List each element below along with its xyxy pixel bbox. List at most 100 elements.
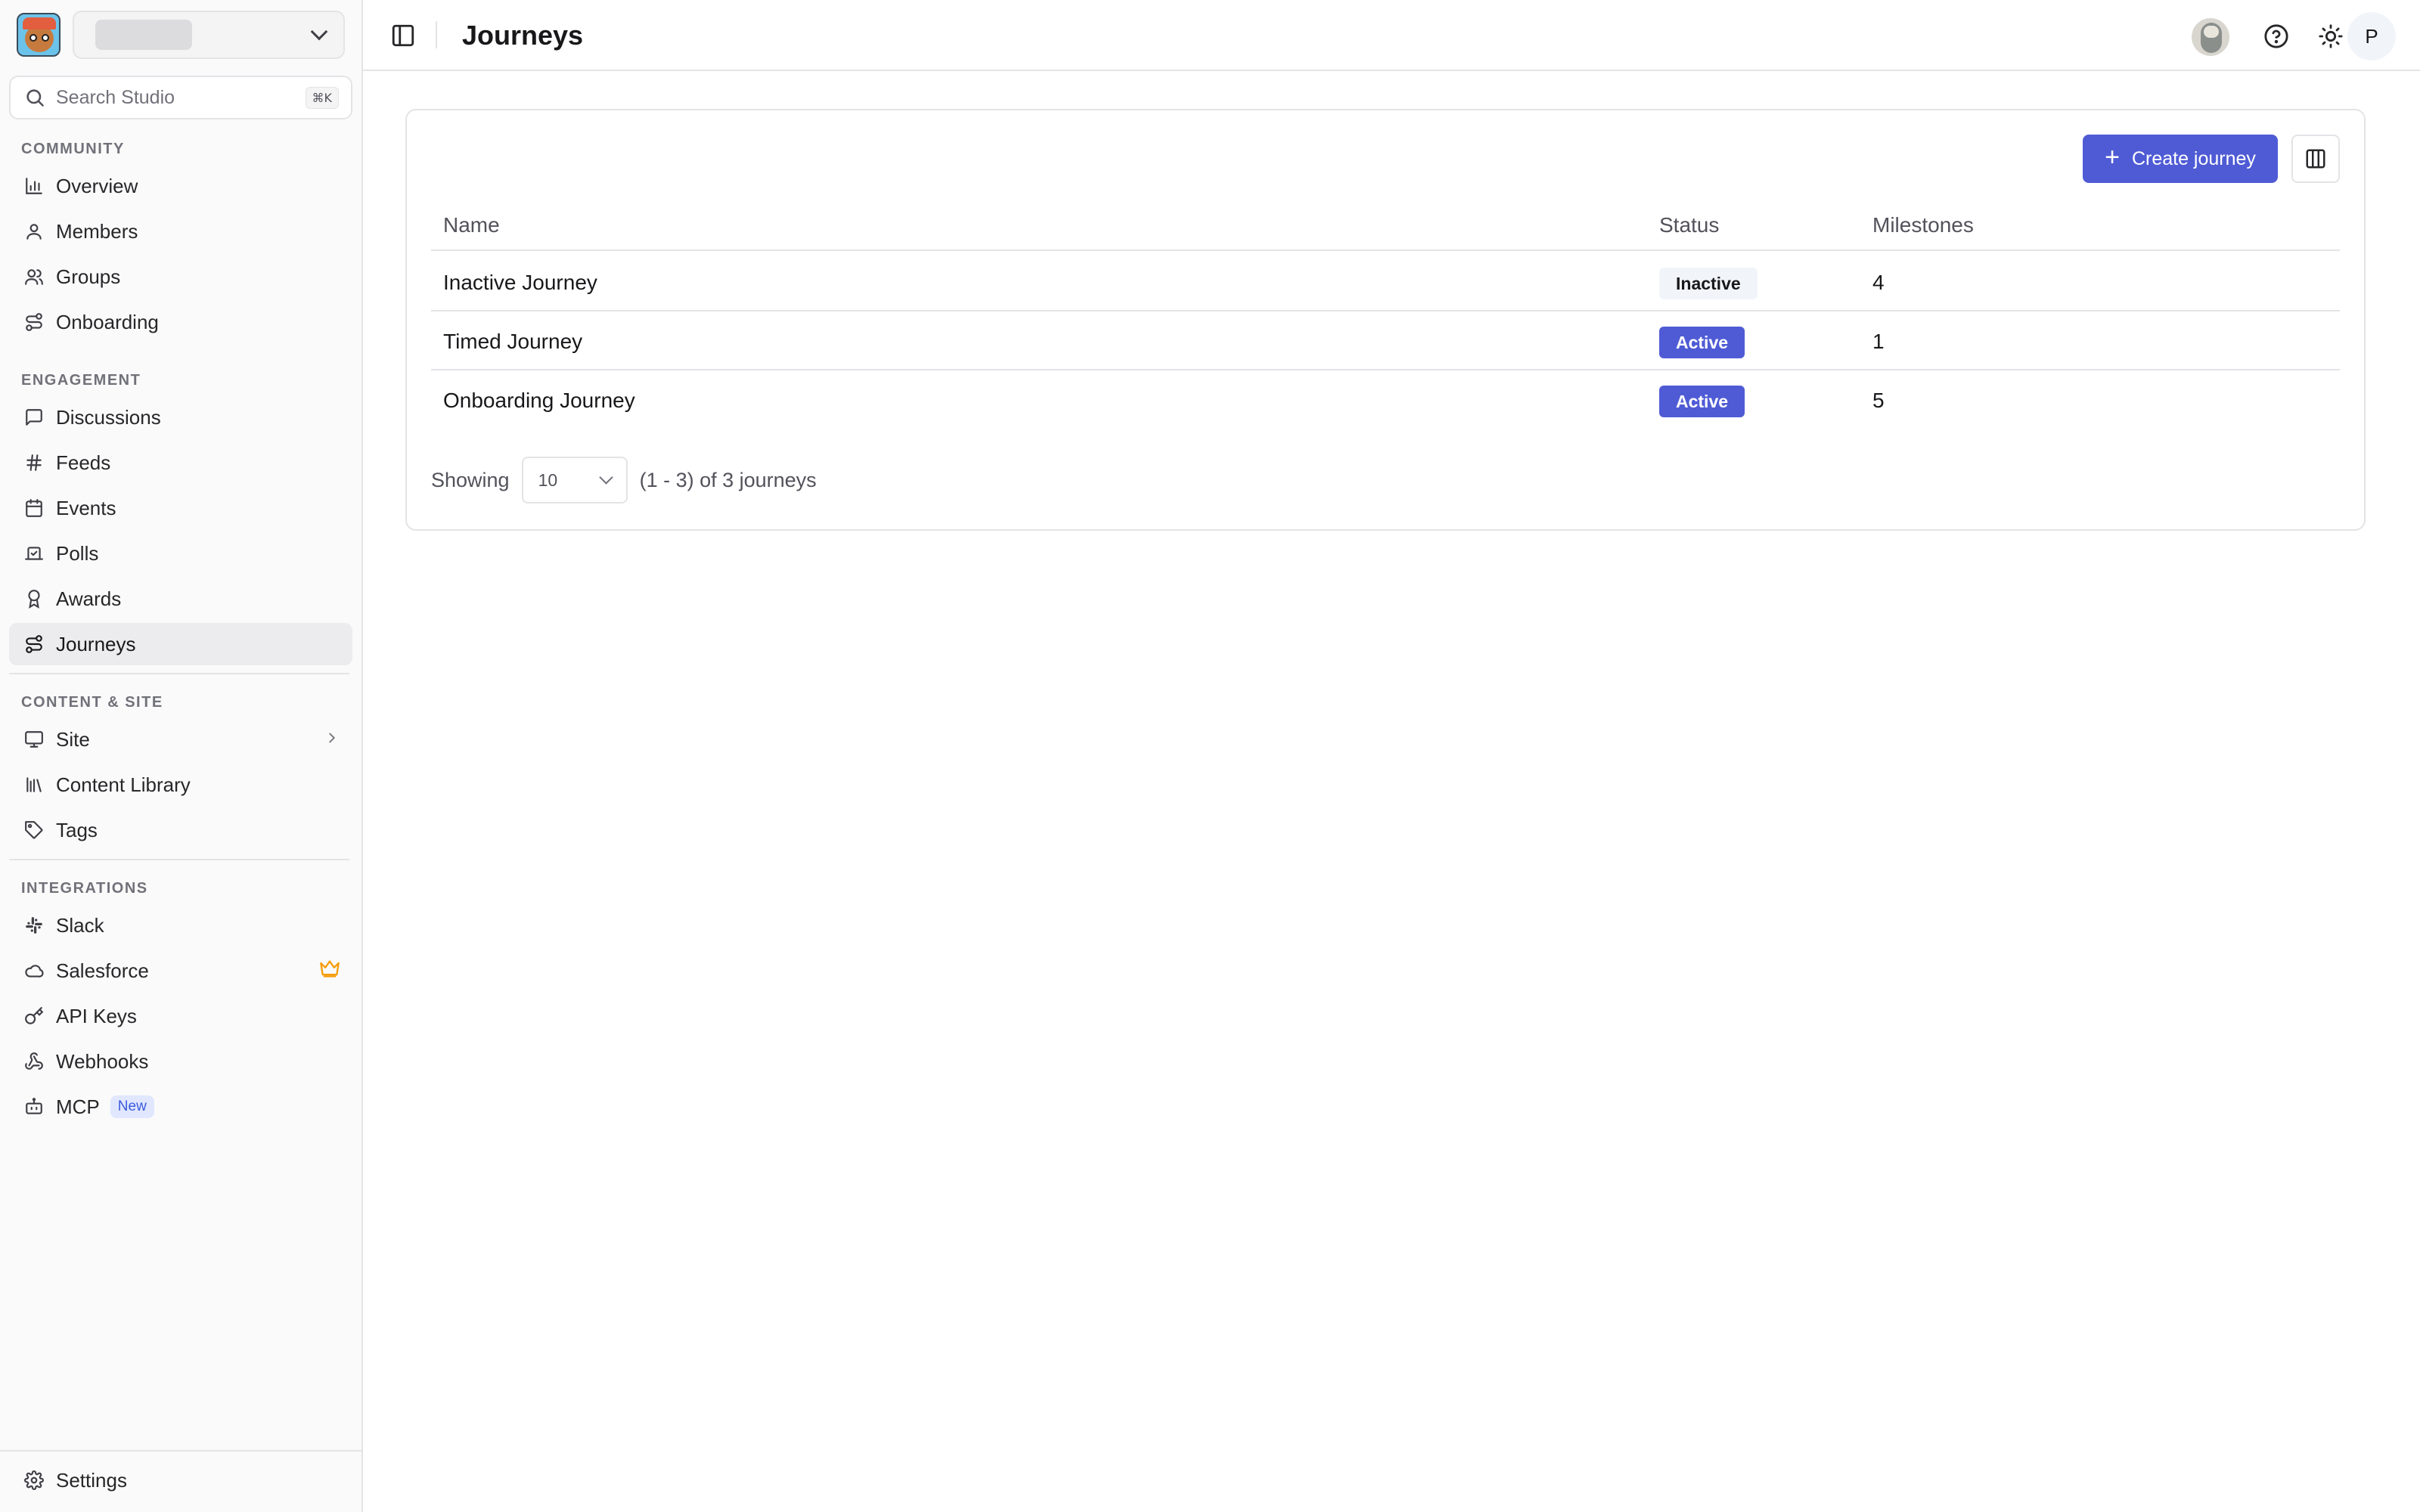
- sun-icon: [2319, 24, 2343, 48]
- route-icon: [23, 311, 45, 333]
- route-icon: [23, 633, 45, 655]
- sidebar-item-tags[interactable]: Tags: [9, 809, 352, 851]
- sidebar-item-label: Discussions: [56, 405, 161, 429]
- table-row[interactable]: Timed Journey Active 1: [431, 311, 2340, 370]
- tag-icon: [23, 819, 45, 841]
- sidebar-item-site[interactable]: Site: [9, 718, 352, 761]
- sidebar: Search Studio ⌘K COMMUNITY Overview Memb…: [0, 0, 363, 1512]
- sidebar-item-salesforce[interactable]: Salesforce: [9, 950, 352, 992]
- calendar-icon: [23, 497, 45, 519]
- sidebar-item-label: Awards: [56, 587, 122, 610]
- milestones-count: 1: [1872, 330, 1885, 353]
- sidebar-item-label: MCP: [56, 1095, 100, 1118]
- chevron-down-icon: [310, 23, 328, 41]
- sidebar-item-polls[interactable]: Polls: [9, 532, 352, 575]
- top-header: Journeys P: [363, 0, 2420, 71]
- panel-left-icon: [392, 24, 414, 47]
- sidebar-item-journeys[interactable]: Journeys: [9, 623, 352, 665]
- bot-icon: [23, 1095, 45, 1118]
- page-size-value: 10: [538, 469, 558, 490]
- pagination-range: (1 - 3) of 3 journeys: [639, 468, 817, 491]
- users-icon: [23, 265, 45, 288]
- award-icon: [23, 587, 45, 610]
- table-header-row: Name Status Milestones: [431, 203, 2340, 251]
- search-shortcut: ⌘K: [305, 86, 339, 109]
- sidebar-item-overview[interactable]: Overview: [9, 165, 352, 207]
- cloud-icon: [23, 959, 45, 982]
- section-integrations: INTEGRATIONS: [21, 880, 148, 897]
- sidebar-item-api-keys[interactable]: API Keys: [9, 995, 352, 1037]
- sidebar-item-feeds[interactable]: Feeds: [9, 442, 352, 484]
- sidebar-item-label: Webhooks: [56, 1049, 149, 1073]
- column-header-status[interactable]: Status: [1659, 213, 1719, 237]
- crown-icon: [319, 958, 340, 984]
- section-content-site: CONTENT & SITE: [21, 694, 163, 711]
- sidebar-item-onboarding[interactable]: Onboarding: [9, 301, 352, 343]
- create-journey-label: Create journey: [2131, 147, 2256, 169]
- sidebar-item-groups[interactable]: Groups: [9, 256, 352, 298]
- sidebar-item-label: Content Library: [56, 773, 191, 796]
- sidebar-item-mcp[interactable]: MCP New: [9, 1086, 352, 1128]
- sidebar-item-label: Settings: [56, 1468, 127, 1492]
- bar-chart-icon: [23, 175, 45, 197]
- gear-icon: [23, 1469, 45, 1492]
- page-title: Journeys: [462, 20, 584, 51]
- user-avatar[interactable]: P: [2347, 12, 2396, 60]
- sidebar-item-awards[interactable]: Awards: [9, 578, 352, 620]
- milestones-count: 5: [1872, 389, 1885, 412]
- search-placeholder: Search Studio: [56, 86, 175, 108]
- key-icon: [23, 1005, 45, 1027]
- sidebar-item-label: Tags: [56, 818, 98, 841]
- column-header-name[interactable]: Name: [443, 213, 500, 237]
- sidebar-item-content-library[interactable]: Content Library: [9, 764, 352, 806]
- org-name-placeholder: [95, 20, 192, 50]
- sidebar-item-label: Events: [56, 496, 116, 519]
- create-journey-button[interactable]: + Create journey: [2083, 135, 2278, 183]
- sidebar-item-label: Polls: [56, 541, 99, 565]
- sidebar-item-label: Feeds: [56, 451, 111, 474]
- sidebar-item-label: Slack: [56, 913, 104, 937]
- sidebar-item-webhooks[interactable]: Webhooks: [9, 1040, 352, 1083]
- page-size-select[interactable]: 10: [521, 457, 628, 503]
- showing-label: Showing: [431, 468, 510, 491]
- sidebar-item-label: Site: [56, 727, 90, 751]
- sidebar-item-label: Overview: [56, 174, 138, 197]
- sidebar-item-discussions[interactable]: Discussions: [9, 396, 352, 438]
- table-row[interactable]: Onboarding Journey Active 5: [431, 370, 2340, 429]
- table-row[interactable]: Inactive Journey Inactive 4: [431, 253, 2340, 311]
- webhook-icon: [23, 1050, 45, 1073]
- column-header-milestones[interactable]: Milestones: [1872, 213, 1974, 237]
- sidebar-item-label: API Keys: [56, 1004, 137, 1027]
- message-square-icon: [23, 406, 45, 429]
- community-logo[interactable]: [17, 13, 60, 57]
- org-switcher[interactable]: [73, 11, 345, 59]
- new-badge: New: [110, 1095, 154, 1118]
- vote-icon: [23, 542, 45, 565]
- section-engagement: ENGAGEMENT: [21, 372, 141, 389]
- journey-name: Onboarding Journey: [443, 389, 635, 412]
- sidebar-divider: [9, 859, 349, 860]
- library-icon: [23, 773, 45, 796]
- journeys-card: + Create journey Name Status Milestones …: [405, 109, 2366, 531]
- sidebar-item-label: Members: [56, 219, 138, 243]
- mascot-avatar[interactable]: [2192, 18, 2229, 56]
- sidebar-item-label: Salesforce: [56, 959, 149, 982]
- columns-toggle-button[interactable]: [2291, 135, 2340, 183]
- sidebar-item-events[interactable]: Events: [9, 487, 352, 529]
- sidebar-item-settings[interactable]: Settings: [9, 1459, 352, 1501]
- sidebar-item-members[interactable]: Members: [9, 210, 352, 253]
- sidebar-top: [17, 11, 346, 59]
- sidebar-item-slack[interactable]: Slack: [9, 904, 352, 947]
- sidebar-item-label: Journeys: [56, 632, 136, 655]
- sidebar-toggle-button[interactable]: [390, 23, 416, 48]
- search-input[interactable]: Search Studio ⌘K: [9, 76, 352, 119]
- help-button[interactable]: [2261, 21, 2291, 51]
- theme-toggle-button[interactable]: [2316, 21, 2346, 51]
- sidebar-divider: [0, 1450, 361, 1452]
- columns-icon: [2306, 149, 2325, 169]
- status-badge: Active: [1659, 386, 1745, 417]
- sidebar-item-label: Onboarding: [56, 310, 159, 333]
- section-community: COMMUNITY: [21, 141, 125, 157]
- slack-icon: [23, 914, 45, 937]
- journey-name: Timed Journey: [443, 330, 583, 353]
